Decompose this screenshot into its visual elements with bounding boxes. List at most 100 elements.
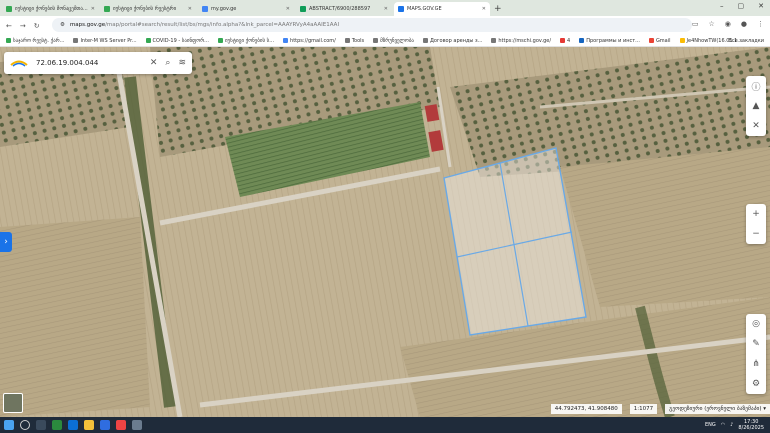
url-path: /map/portal#search/result/list/bs/mgs/in…	[105, 22, 340, 28]
tab-favicon-icon	[202, 6, 208, 12]
close-tab-icon[interactable]: ✕	[482, 6, 486, 12]
bookmark-label: Gmail	[655, 37, 671, 44]
bookmark-label: 4	[567, 37, 571, 44]
folder-icon[interactable]	[84, 420, 94, 430]
task-view-icon[interactable]	[36, 420, 46, 430]
bookmark-item[interactable]: https://mschi.gov.ge/	[491, 38, 551, 44]
volume-icon[interactable]: ♪	[730, 422, 733, 428]
basemap-switcher[interactable]	[3, 393, 23, 413]
bookmark-favicon-icon	[6, 38, 11, 43]
site-info-icon[interactable]: ⚙	[60, 22, 65, 28]
close-tab-icon[interactable]: ✕	[286, 6, 290, 12]
browser-tab[interactable]: MAPS.GOV.GE ✕	[394, 2, 490, 16]
start-icon[interactable]	[4, 420, 14, 430]
zoom-in-button[interactable]: +	[746, 204, 766, 224]
bookmark-label: იუსტიცი ქონების ს...	[224, 37, 275, 44]
bookmark-star-icon[interactable]: ☆	[709, 20, 715, 28]
browser-tab[interactable]: ABSTRACT/6900/288597 ✕	[296, 2, 392, 16]
app-icon[interactable]	[52, 420, 62, 430]
maximize-button[interactable]: ▢	[738, 2, 745, 10]
close-tab-icon[interactable]: ✕	[91, 6, 95, 12]
close-tab-icon[interactable]: ✕	[188, 6, 192, 12]
close-window-button[interactable]: ✕	[758, 2, 764, 10]
mail-icon[interactable]	[100, 420, 110, 430]
bookmark-favicon-icon	[73, 38, 79, 43]
map-status-bar: 44.792473, 41.908480 1:1077 გეოდეზიური (…	[550, 402, 770, 415]
bookmark-item[interactable]: მზრუნველობა	[373, 38, 414, 44]
layers-icon[interactable]: ≋	[178, 58, 186, 68]
bookmark-item[interactable]: Договор аренды з...	[422, 38, 482, 44]
locate-icon[interactable]: ◎	[746, 314, 766, 334]
url-host: maps.gov.ge	[69, 22, 106, 28]
bookmark-item[interactable]: Программы и инст...	[579, 38, 640, 44]
bookmark-favicon-icon	[579, 38, 585, 43]
sidebar-toggle-button[interactable]: ›	[0, 232, 12, 252]
bookmark-item[interactable]: საჯარო რეესტ. ქარ...	[6, 38, 64, 44]
bookmark-item[interactable]: 4	[560, 38, 570, 44]
info-icon[interactable]: ⓘ	[746, 76, 766, 96]
lang-indicator[interactable]: ENG	[705, 422, 716, 428]
browser-tab[interactable]: my.gov.ge ✕	[198, 2, 294, 16]
tab-label: იუსტიცი ქონების მონაცემთა...	[15, 6, 88, 12]
search-input[interactable]: 72.06.19.004.044	[36, 59, 142, 67]
forward-icon[interactable]: →	[20, 22, 26, 30]
bookmark-label: მზრუნველობა	[380, 37, 414, 44]
close-tab-icon[interactable]: ✕	[384, 6, 388, 12]
address-bar[interactable]: ⚙ maps.gov.ge/map/portal#search/result/l…	[52, 18, 692, 32]
projection-select[interactable]: გეოდეზიური (ეროვნული ბაზემაპი) ▾	[665, 403, 770, 414]
bookmark-favicon-icon	[560, 38, 566, 43]
measure-icon[interactable]: ✕	[746, 116, 766, 136]
bookmark-label: COVID-19 - საინფორ...	[152, 37, 209, 44]
bookmark-favicon-icon	[648, 38, 654, 43]
bookmark-item[interactable]: https://gmail.com/	[283, 38, 336, 44]
bookmark-label: https://mschi.gov.ge/	[498, 37, 552, 44]
napr-logo-icon	[10, 60, 28, 67]
settings-icon[interactable]: ⚙	[746, 374, 766, 394]
satellite-map[interactable]	[0, 47, 770, 417]
share-icon[interactable]: ⋔	[746, 354, 766, 374]
zoom-out-button[interactable]: −	[746, 224, 766, 244]
clear-icon[interactable]: ✕	[150, 58, 158, 68]
system-tray: ENG ◠ ♪ 17:30 8/26/2025	[705, 419, 764, 431]
bookmark-item[interactable]: იუსტიცი ქონების ს...	[217, 37, 275, 44]
reload-icon[interactable]: ↻	[34, 22, 40, 30]
browser-tab[interactable]: იუსტიცი ქონების მონაცემთა... ✕	[2, 2, 98, 16]
cursor-coordinates: 44.792473, 41.908480	[550, 403, 622, 414]
zoom-controls: + −	[746, 204, 766, 244]
window-controls: – ▢ ✕	[720, 2, 764, 10]
new-tab-button[interactable]: +	[494, 2, 502, 16]
wifi-icon[interactable]: ◠	[721, 422, 725, 428]
browser-tab[interactable]: იუსტიცი ქონების რეესტრი ✕	[100, 2, 196, 16]
bookmark-favicon-icon	[344, 38, 350, 43]
bookmark-favicon-icon	[373, 38, 379, 43]
bookmark-label: Tools	[351, 37, 365, 44]
parcel-search-box[interactable]: 72.06.19.004.044 ✕ ⌕ ≋	[4, 52, 192, 74]
app2-icon[interactable]	[132, 420, 142, 430]
bookmark-favicon-icon	[491, 38, 497, 43]
bookmark-label: https://gmail.com/	[290, 37, 336, 44]
all-bookmarks[interactable]: Все закладки	[728, 38, 764, 44]
bookmark-item[interactable]: Tools	[344, 37, 365, 44]
map-scale: 1:1077	[629, 403, 658, 414]
minimize-button[interactable]: –	[720, 2, 724, 10]
bookmark-favicon-icon	[679, 38, 685, 43]
search-icon[interactable]: ⌕	[165, 58, 170, 68]
bookmark-item[interactable]: COVID-19 - საინფორ...	[145, 37, 209, 44]
back-icon[interactable]: ←	[6, 22, 12, 30]
cast-icon[interactable]: ▭	[692, 20, 699, 28]
menu-icon[interactable]: ⋮	[757, 20, 764, 28]
bookmark-item[interactable]: Gmail	[648, 37, 671, 44]
bookmark-favicon-icon	[283, 38, 289, 43]
compass-icon[interactable]: ▲	[746, 96, 766, 116]
profile-icon[interactable]: ●	[741, 20, 747, 28]
clock[interactable]: 17:30 8/26/2025	[738, 419, 764, 431]
extension-icon[interactable]: ◉	[725, 20, 731, 28]
search-taskbar-icon[interactable]	[20, 420, 30, 430]
bookmark-label: Программы и инст...	[586, 37, 640, 44]
chrome-icon[interactable]	[116, 420, 126, 430]
bookmark-item[interactable]: Inter-M WS Server Pr...	[73, 38, 137, 44]
tab-label: ABSTRACT/6900/288597	[309, 6, 371, 12]
edge-icon[interactable]	[68, 420, 78, 430]
tab-strip: იუსტიცი ქონების მონაცემთა... ✕ იუსტიცი ქონ…	[0, 0, 770, 16]
draw-icon[interactable]: ✎	[746, 334, 766, 354]
